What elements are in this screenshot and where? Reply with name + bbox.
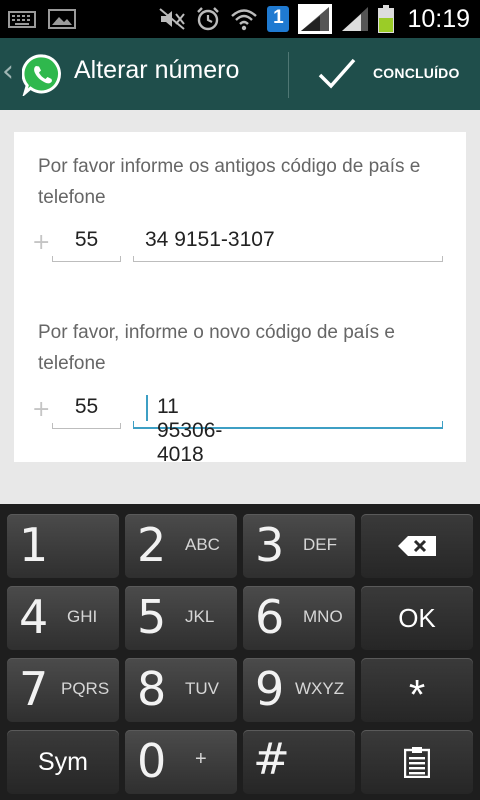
signal-icon	[342, 7, 369, 31]
new-phone-text: 11 95306-4018	[157, 395, 223, 466]
new-number-prompt: Por favor, informe o novo código de país…	[38, 322, 395, 374]
signal-icon	[298, 4, 333, 34]
key-digit: 5	[137, 590, 167, 644]
wifi-icon	[231, 9, 258, 31]
action-bar-divider	[288, 52, 289, 98]
key-4[interactable]: 4 GHI	[7, 586, 119, 650]
old-plus-sign: +	[32, 230, 51, 255]
new-plus-sign: +	[32, 397, 51, 422]
whatsapp-logo-icon[interactable]	[22, 54, 64, 96]
key-letters: PQRS	[61, 679, 110, 698]
key-digit: 8	[137, 662, 167, 716]
ok-key[interactable]: OK	[361, 586, 473, 650]
key-digit: 4	[19, 590, 49, 644]
key-0[interactable]: 0 +	[125, 730, 237, 794]
old-phone-field[interactable]: 34 9151-3107	[133, 228, 443, 262]
clock: 10:19	[407, 4, 470, 33]
page-title: Alterar número	[74, 56, 240, 84]
hash-key[interactable]: #	[243, 730, 355, 794]
key-letters: JKL	[185, 607, 215, 626]
key-digit: 7	[19, 662, 49, 716]
battery-icon	[378, 5, 395, 33]
alarm-icon	[197, 7, 220, 31]
key-letters: DEF	[303, 535, 337, 554]
star-key[interactable]: *	[361, 658, 473, 722]
key-9[interactable]: 9 WXYZ	[243, 658, 355, 722]
key-digit: 0	[137, 734, 167, 788]
key-letters: MNO	[303, 607, 343, 626]
key-letters: +	[195, 748, 207, 770]
clipboard-icon	[404, 747, 430, 778]
mute-icon	[159, 8, 186, 30]
backspace-icon	[398, 536, 436, 556]
back-icon[interactable]: ‹	[2, 54, 14, 89]
keyboard-icon	[8, 11, 36, 28]
old-country-code-field[interactable]: 55	[52, 228, 121, 262]
sym-key[interactable]: Sym	[7, 730, 119, 794]
change-number-form: Por favor informe os antigos código de p…	[14, 132, 466, 466]
key-letters: ABC	[185, 535, 220, 554]
key-5[interactable]: 5 JKL	[125, 586, 237, 650]
star-label: *	[408, 671, 426, 718]
sim-badge-icon: 1	[267, 6, 290, 32]
text-cursor	[146, 395, 148, 421]
new-country-code-field[interactable]: 55	[52, 395, 121, 429]
new-phone-field[interactable]: 11 95306-4018	[133, 395, 443, 466]
new-country-code-value: 55	[74, 395, 99, 418]
done-label: CONCLUÍDO	[373, 65, 460, 81]
image-icon	[48, 9, 76, 29]
key-6[interactable]: 6 MNO	[243, 586, 355, 650]
checkmark-icon	[318, 58, 356, 89]
old-country-code-value: 55	[74, 228, 99, 251]
sym-label: Sym	[38, 747, 88, 776]
hash-label: #	[253, 734, 290, 785]
key-digit: 9	[255, 662, 285, 716]
key-letters: TUV	[185, 679, 219, 698]
key-digit: 6	[255, 590, 285, 644]
key-7[interactable]: 7 PQRS	[7, 658, 119, 722]
status-bar: 1 10:19	[0, 0, 480, 38]
numeric-keyboard: 1 2 ABC 3 DEF 4 GHI 5 JKL 6 MNO OK 7 PQR…	[0, 504, 480, 800]
key-letters: GHI	[67, 607, 98, 626]
key-2[interactable]: 2 ABC	[125, 514, 237, 578]
clipboard-key[interactable]	[361, 730, 473, 794]
done-button[interactable]: CONCLUÍDO	[300, 38, 480, 110]
sim-badge-number: 1	[273, 7, 284, 28]
new-phone-value: 11 95306-4018	[145, 395, 222, 466]
backspace-key[interactable]	[361, 514, 473, 578]
key-digit: 1	[19, 518, 49, 572]
key-3[interactable]: 3 DEF	[243, 514, 355, 578]
key-digit: 3	[255, 518, 285, 572]
ok-label: OK	[398, 602, 436, 633]
old-phone-value: 34 9151-3107	[145, 228, 275, 251]
old-number-prompt: Por favor informe os antigos código de p…	[38, 156, 421, 208]
key-digit: 2	[137, 518, 167, 572]
key-8[interactable]: 8 TUV	[125, 658, 237, 722]
key-letters: WXYZ	[295, 679, 345, 698]
action-bar: ‹ Alterar número CONCLUÍDO	[0, 38, 480, 110]
key-1[interactable]: 1	[7, 514, 119, 578]
